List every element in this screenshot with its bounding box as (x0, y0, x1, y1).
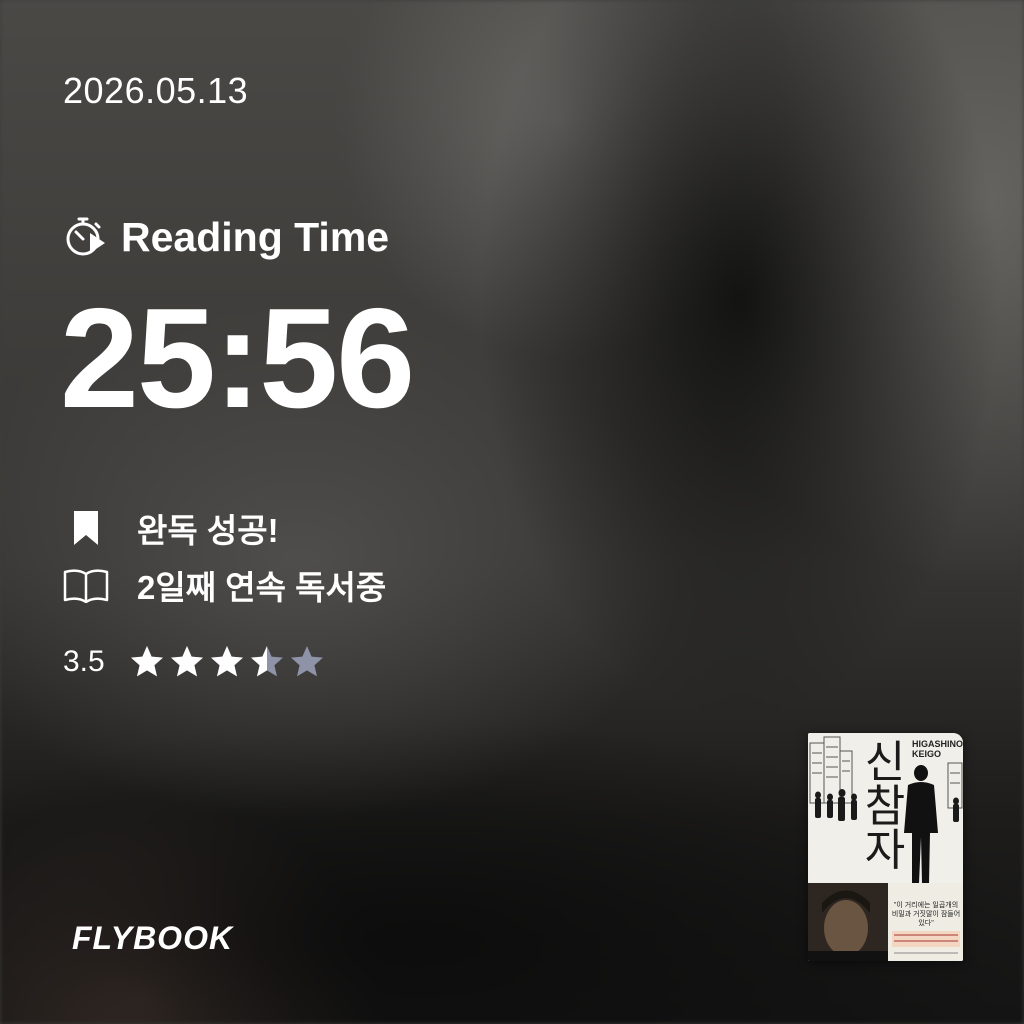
star-icon (290, 646, 323, 677)
book-cover-author-line2: KEIGO (912, 749, 942, 760)
star-icon (130, 646, 163, 677)
date-label: 2026.05.13 (63, 70, 249, 111)
streak-text: 2일째 연속 독서중 (137, 569, 387, 606)
book-cover-author: HIGASHINO KEIGO (912, 739, 963, 760)
book-cover-title: 신참자 (864, 737, 906, 876)
star-rating (129, 644, 329, 680)
book-cover: 신참자 HIGASHINO KEIGO "이 거리에는 일곱개의 비밀과 거짓말… (808, 733, 963, 961)
star-icon (250, 646, 283, 677)
flybook-logo: FLYBOOK (72, 920, 234, 956)
rating-value: 3.5 (63, 645, 105, 678)
star-icon (170, 646, 203, 677)
completion-text: 완독 성공! (137, 512, 279, 549)
reading-card: 2026.05.13 Reading Time 25:56 완독 성공! 2일째… (0, 0, 1024, 1024)
book-cover-author-line1: HIGASHINO (912, 739, 963, 749)
reading-time-label: Reading Time (121, 213, 390, 260)
reading-time-value: 25:56 (60, 279, 415, 438)
reading-time-header: Reading Time (63, 212, 389, 262)
streak-status: 2일째 연속 독서중 (63, 563, 386, 607)
completion-status: 완독 성공! (63, 506, 279, 550)
star-icon (210, 646, 243, 677)
book-cover-quote: "이 거리에는 일곱개의 비밀과 거짓말이 잠들어 있다" (891, 902, 961, 928)
rating: 3.5 (63, 640, 329, 684)
stopwatch-play-icon (63, 214, 109, 260)
bookmark-icon (63, 508, 109, 548)
open-book-icon (63, 565, 109, 605)
